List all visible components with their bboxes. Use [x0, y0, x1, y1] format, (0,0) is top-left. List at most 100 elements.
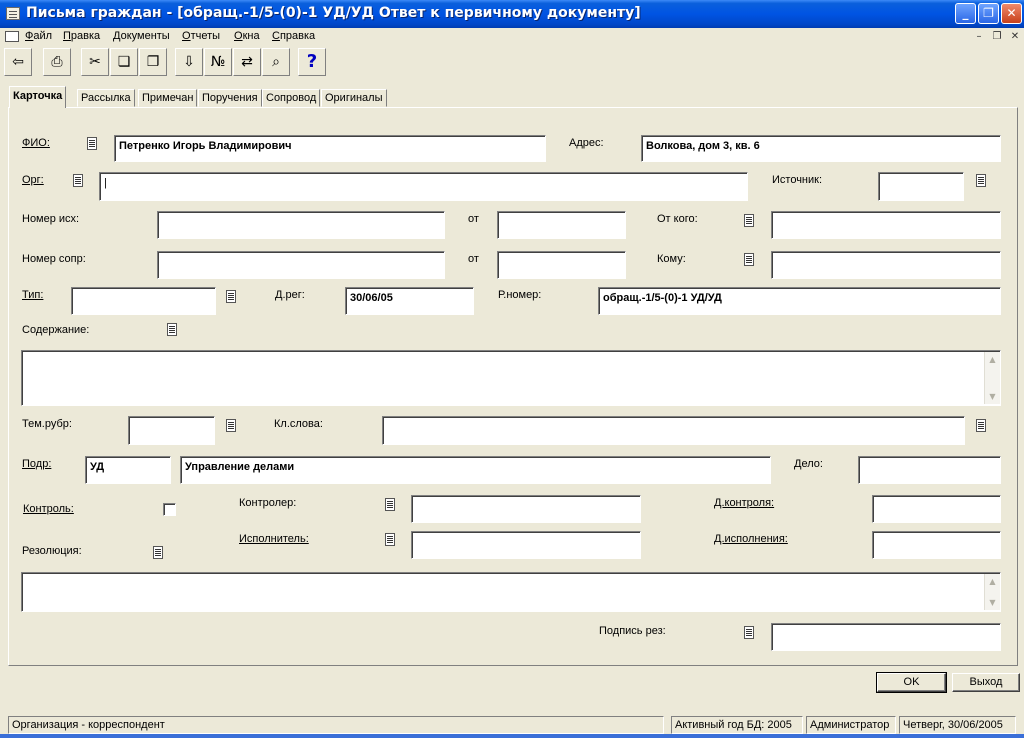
division-code-field[interactable]: УД — [85, 456, 171, 484]
tab-notes[interactable]: Примечан — [138, 89, 198, 107]
exit-door-icon[interactable]: ⇦ — [4, 48, 32, 76]
status-date: Четверг, 30/06/2005 — [899, 716, 1016, 734]
out-number-label: Номер исх: — [22, 213, 80, 225]
restore-button[interactable]: ❐ — [978, 3, 999, 24]
type-field[interactable] — [71, 287, 216, 315]
mdi-minimize-button[interactable]: – — [972, 30, 986, 44]
keywords-label: Кл.слова: — [274, 418, 323, 430]
to-whom-field[interactable] — [771, 251, 1001, 279]
menu-windows[interactable]: Окна — [234, 30, 260, 42]
reg-date-label: Д.рег: — [275, 289, 305, 301]
menu-file[interactable]: Файл — [25, 30, 52, 42]
status-active-year: Активный год БД: 2005 — [671, 716, 803, 734]
control-label: Контроль: — [23, 503, 74, 515]
source-field[interactable] — [878, 172, 964, 201]
rubric-label: Тем.рубр: — [22, 418, 72, 430]
keywords-lookup-icon[interactable] — [976, 419, 986, 432]
app-document-icon[interactable] — [6, 7, 20, 20]
tab-cover[interactable]: Сопровод — [262, 89, 321, 107]
title-bar[interactable]: Письма граждан - [обращ.-1/5-(0)-1 УД/УД… — [0, 0, 1024, 28]
fio-field[interactable]: Петренко Игорь Владимирович — [114, 135, 546, 162]
org-field[interactable]: | — [99, 172, 748, 201]
control-date-label: Д.контроля: — [714, 497, 775, 509]
out-number-field[interactable] — [157, 211, 445, 239]
binoculars-icon[interactable]: ⌕ — [262, 48, 290, 76]
rubric-field[interactable] — [128, 416, 215, 445]
reg-number-field[interactable]: обращ.-1/5-(0)-1 УД/УД — [598, 287, 1001, 315]
tab-mailing[interactable]: Рассылка — [77, 89, 135, 107]
case-field[interactable] — [858, 456, 1001, 484]
exec-date-field[interactable] — [872, 531, 1001, 559]
out-date-field[interactable] — [497, 211, 626, 239]
org-lookup-icon[interactable] — [73, 174, 83, 187]
content-lookup-icon[interactable] — [167, 323, 177, 336]
from-whom-field[interactable] — [771, 211, 1001, 239]
controller-field[interactable] — [411, 495, 641, 523]
resolution-label: Резолюция: — [22, 545, 82, 557]
from-whom-lookup-icon[interactable] — [744, 214, 754, 227]
cover-date-field[interactable] — [497, 251, 626, 279]
type-lookup-icon[interactable] — [226, 290, 236, 303]
division-label: Подр: — [22, 458, 52, 470]
cover-number-field[interactable] — [157, 251, 445, 279]
route-icon[interactable]: ⇄ — [233, 48, 261, 76]
control-checkbox[interactable] — [163, 503, 176, 516]
tab-assignments[interactable]: Поручения — [198, 89, 262, 107]
resolution-scrollbar[interactable]: ▲ ▼ — [984, 574, 1000, 610]
menu-edit[interactable]: Правка — [63, 30, 100, 42]
copy-icon[interactable]: ❏ — [110, 48, 138, 76]
menu-documents[interactable]: Документы — [113, 30, 170, 42]
executor-label: Исполнитель: — [239, 533, 309, 545]
from-whom-label: От кого: — [657, 213, 698, 225]
scroll-down-icon[interactable]: ▼ — [985, 389, 1000, 404]
mdi-restore-button[interactable]: ❐ — [990, 30, 1004, 44]
type-label: Тип: — [22, 289, 44, 301]
resolution-lookup-icon[interactable] — [153, 546, 163, 559]
fio-lookup-icon[interactable] — [87, 137, 97, 150]
to-whom-lookup-icon[interactable] — [744, 253, 754, 266]
keywords-field[interactable] — [382, 416, 965, 445]
to-whom-label: Кому: — [657, 253, 686, 265]
help-icon[interactable]: ? — [298, 48, 326, 76]
source-label: Источник: — [772, 174, 823, 186]
division-name-field[interactable]: Управление делами — [180, 456, 771, 484]
printer-icon[interactable]: ⎙ — [43, 48, 71, 76]
numbering-icon[interactable]: № — [204, 48, 232, 76]
fio-label: ФИО: — [22, 137, 50, 149]
menu-help[interactable]: Справка — [272, 30, 315, 42]
scroll-up-icon[interactable]: ▲ — [985, 574, 1000, 589]
mdi-document-icon[interactable] — [5, 31, 19, 42]
reg-date-field[interactable]: 30/06/05 — [345, 287, 474, 315]
cover-from-label: от — [468, 253, 479, 265]
source-lookup-icon[interactable] — [976, 174, 986, 187]
scroll-down-icon[interactable]: ▼ — [985, 595, 1000, 610]
toolbar: ⇦ ⎙ ✂ ❏ ❐ ⇩ № ⇄ ⌕ ? — [0, 46, 1024, 78]
resolution-textarea[interactable] — [21, 572, 1001, 612]
paste-icon[interactable]: ❐ — [139, 48, 167, 76]
content-textarea[interactable] — [21, 350, 1001, 406]
close-button[interactable]: ✕ — [1001, 3, 1022, 24]
controller-lookup-icon[interactable] — [385, 498, 395, 511]
signature-label: Подпись рез: — [599, 625, 666, 637]
signature-field[interactable] — [771, 623, 1001, 651]
exit-button[interactable]: Выход — [952, 673, 1020, 692]
status-user: Администратор — [806, 716, 896, 734]
signature-lookup-icon[interactable] — [744, 626, 754, 639]
cut-icon[interactable]: ✂ — [81, 48, 109, 76]
address-field[interactable]: Волкова, дом 3, кв. 6 — [641, 135, 1001, 162]
ok-button[interactable]: OK — [876, 672, 947, 693]
scan-icon[interactable]: ⇩ — [175, 48, 203, 76]
rubric-lookup-icon[interactable] — [226, 419, 236, 432]
executor-lookup-icon[interactable] — [385, 533, 395, 546]
mdi-close-button[interactable]: ✕ — [1008, 30, 1022, 44]
scroll-up-icon[interactable]: ▲ — [985, 352, 1000, 367]
executor-field[interactable] — [411, 531, 641, 559]
content-label: Содержание: — [22, 324, 90, 336]
content-scrollbar[interactable]: ▲ ▼ — [984, 352, 1000, 404]
control-date-field[interactable] — [872, 495, 1001, 523]
cover-number-label: Номер сопр: — [22, 253, 86, 265]
tab-originals[interactable]: Оригиналы — [321, 89, 387, 107]
minimize-button[interactable]: _ — [955, 3, 976, 24]
tab-card[interactable]: Карточка — [9, 86, 67, 108]
menu-reports[interactable]: Отчеты — [182, 30, 220, 42]
